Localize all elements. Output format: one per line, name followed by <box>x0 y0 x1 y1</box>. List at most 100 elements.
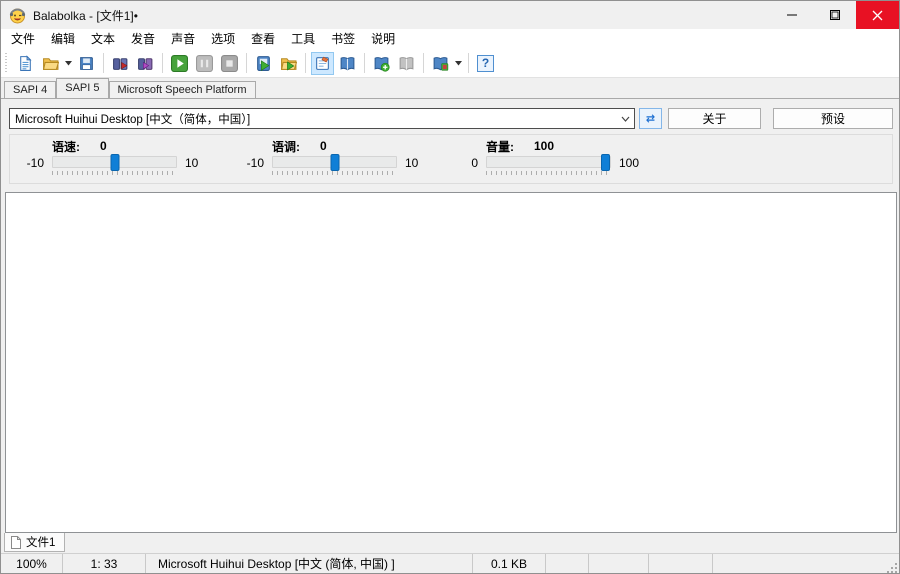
pitch-slider-group: 语调: 0 -10 10 <box>238 138 418 175</box>
status-zoom: 100% <box>1 554 63 574</box>
status-empty-cell <box>546 554 589 574</box>
toolbar-separator <box>162 53 163 73</box>
pitch-label: 语调: <box>272 138 300 155</box>
volume-slider-ticks <box>486 171 611 175</box>
toolbar-separator <box>246 53 247 73</box>
toolbar-separator <box>423 53 424 73</box>
split-audio-file-button[interactable] <box>134 52 157 75</box>
help-button[interactable]: ? <box>474 52 497 75</box>
new-document-button[interactable] <box>14 52 37 75</box>
dictionary-button[interactable] <box>336 52 359 75</box>
book-minus-icon <box>432 55 449 72</box>
chevron-down-icon <box>455 61 462 66</box>
tab-sapi4[interactable]: SAPI 4 <box>4 81 56 98</box>
remove-dictionary-button[interactable] <box>429 52 452 75</box>
toolbar-separator <box>364 53 365 73</box>
volume-slider[interactable] <box>486 156 611 168</box>
balabolka-logo-icon <box>9 7 26 24</box>
rate-value: 0 <box>100 139 107 153</box>
edit-dictionary-button[interactable] <box>395 52 418 75</box>
pause-icon <box>196 55 213 72</box>
play-button[interactable] <box>168 52 191 75</box>
close-button[interactable] <box>856 1 899 29</box>
pitch-value: 0 <box>320 139 327 153</box>
remove-dictionary-dropdown[interactable] <box>453 52 464 75</box>
rate-max-label: 10 <box>185 156 198 170</box>
menu-file[interactable]: 文件 <box>3 29 43 49</box>
app-window: Balabolka - [文件1]• 文件 编辑 文本 发音 声音 选项 查看 … <box>0 0 900 574</box>
rate-label: 语速: <box>52 138 80 155</box>
pitch-slider[interactable] <box>272 156 397 168</box>
voice-select[interactable]: Microsoft Huihui Desktop [中文（简体，中国）] <box>9 108 635 129</box>
volume-slider-thumb[interactable] <box>601 154 610 171</box>
rate-slider-group: 语速: 0 -10 10 <box>18 138 198 175</box>
toolbar-separator <box>305 53 306 73</box>
play-icon <box>171 55 188 72</box>
menu-edit[interactable]: 编辑 <box>43 29 83 49</box>
menu-audio[interactable]: 声音 <box>163 29 203 49</box>
highlight-text-button[interactable] <box>311 52 334 75</box>
menu-bar: 文件 编辑 文本 发音 声音 选项 查看 工具 书签 说明 <box>1 29 899 49</box>
refresh-voices-button[interactable]: ⇄ <box>639 108 662 129</box>
volume-slider-group: 音量: 100 0 100 <box>452 138 639 175</box>
book-plus-icon <box>373 55 390 72</box>
open-file-button[interactable] <box>39 52 62 75</box>
sapi-tab-strip: SAPI 4 SAPI 5 Microsoft Speech Platform <box>1 78 899 98</box>
add-dictionary-button[interactable] <box>370 52 393 75</box>
status-file-size: 0.1 KB <box>473 554 546 574</box>
status-empty-cell <box>649 554 713 574</box>
menu-view[interactable]: 查看 <box>243 29 283 49</box>
pitch-slider-thumb[interactable] <box>330 154 339 171</box>
stop-button[interactable] <box>218 52 241 75</box>
tab-ms-speech-platform[interactable]: Microsoft Speech Platform <box>109 81 256 98</box>
open-file-dropdown[interactable] <box>63 52 74 75</box>
resize-grip[interactable] <box>885 561 898 574</box>
minimize-button[interactable] <box>770 1 813 29</box>
save-audio-file-button[interactable] <box>109 52 132 75</box>
batch-file-converter-button[interactable] <box>277 52 300 75</box>
status-cursor-position: 1: 33 <box>63 554 146 574</box>
menu-help[interactable]: 说明 <box>363 29 403 49</box>
book-gray-icon <box>398 55 415 72</box>
read-audio-file-button[interactable] <box>252 52 275 75</box>
pitch-max-label: 10 <box>405 156 418 170</box>
status-empty-cell <box>713 554 900 574</box>
minimize-icon <box>787 10 797 20</box>
toolbar-separator <box>103 53 104 73</box>
pitch-min-label: -10 <box>238 156 264 170</box>
voice-preset-button[interactable]: 预设 <box>773 108 893 129</box>
chevron-down-icon <box>65 61 72 66</box>
menu-options[interactable]: 选项 <box>203 29 243 49</box>
window-title: Balabolka - [文件1]• <box>33 7 138 24</box>
document-tab[interactable]: 文件1 <box>4 533 65 552</box>
combo-chevron-icon[interactable] <box>616 109 634 128</box>
voice-settings-group: 语速: 0 -10 10 语调: 0 <box>9 134 893 184</box>
help-icon: ? <box>477 55 494 72</box>
open-folder-icon <box>42 55 59 72</box>
volume-min-label: 0 <box>452 156 478 170</box>
menu-tools[interactable]: 工具 <box>283 29 323 49</box>
play-file-icon <box>255 55 272 72</box>
volume-value: 100 <box>534 139 554 153</box>
status-bar: 100% 1: 33 Microsoft Huihui Desktop [中文 … <box>1 553 899 574</box>
rate-slider[interactable] <box>52 156 177 168</box>
menu-bookmarks[interactable]: 书签 <box>323 29 363 49</box>
title-bar[interactable]: Balabolka - [文件1]• <box>1 1 899 29</box>
new-document-icon <box>17 55 34 72</box>
pause-button[interactable] <box>193 52 216 75</box>
voice-about-button[interactable]: 关于 <box>668 108 761 129</box>
toolbar-separator <box>468 53 469 73</box>
rate-min-label: -10 <box>18 156 44 170</box>
tab-sapi5[interactable]: SAPI 5 <box>56 78 108 98</box>
text-editor[interactable] <box>5 192 897 533</box>
highlight-text-icon <box>314 55 331 72</box>
document-tab-strip: 文件1 <box>1 533 899 553</box>
save-file-button[interactable] <box>75 52 98 75</box>
menu-speech[interactable]: 发音 <box>123 29 163 49</box>
maximize-button[interactable] <box>813 1 856 29</box>
open-book-icon <box>339 55 356 72</box>
volume-max-label: 100 <box>619 156 639 170</box>
rate-slider-thumb[interactable] <box>110 154 119 171</box>
toolbar-grip[interactable] <box>5 53 10 73</box>
menu-text[interactable]: 文本 <box>83 29 123 49</box>
